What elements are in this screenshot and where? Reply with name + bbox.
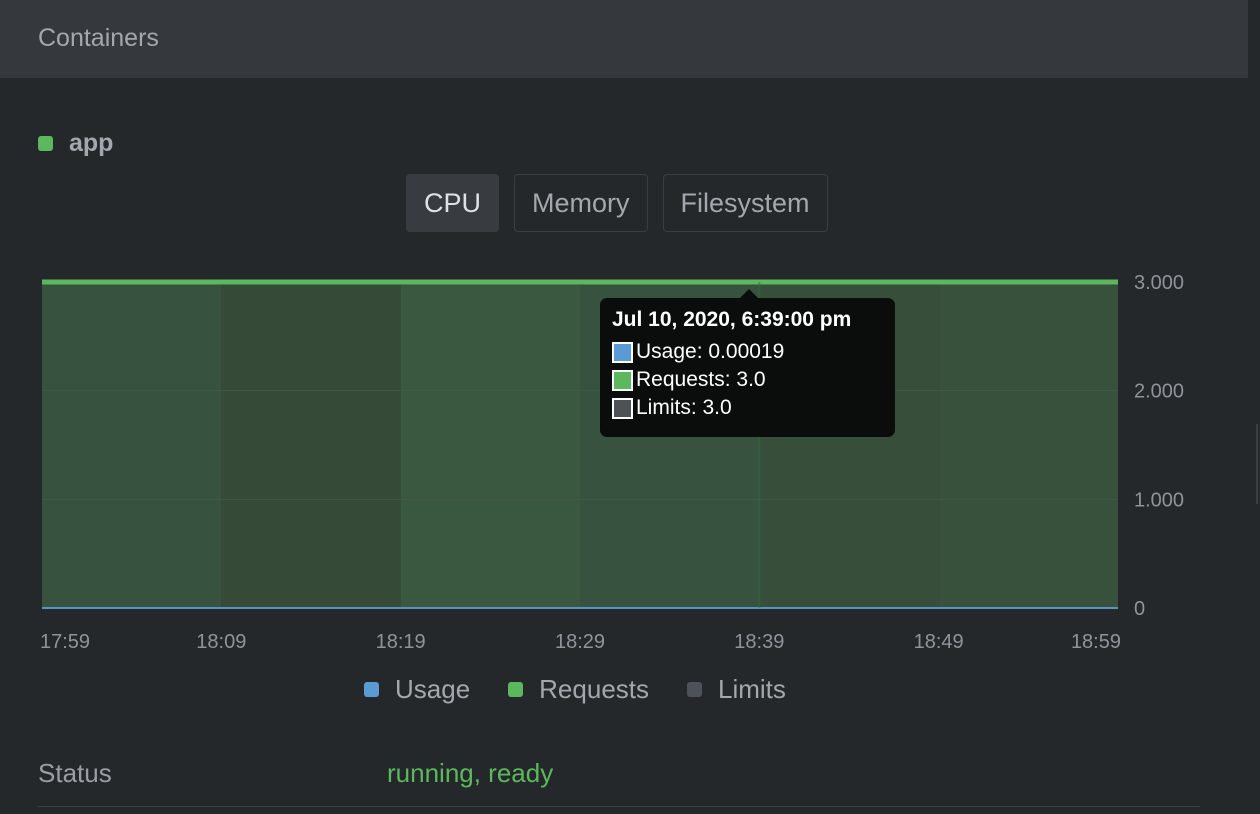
- status-value: running, ready: [387, 758, 554, 788]
- tooltip-requests-text: Requests: 3.0: [636, 368, 766, 391]
- containers-header: Containers: [0, 0, 1248, 78]
- requests-swatch: [612, 369, 633, 391]
- status-label: Status: [38, 758, 112, 788]
- requests-area: [42, 282, 1118, 608]
- y-tick-label: 0: [1134, 598, 1145, 620]
- tab-filesystem[interactable]: Filesystem: [662, 174, 828, 232]
- tooltip-title: Jul 10, 2020, 6:39:00 pm: [612, 308, 852, 331]
- legend-limits-swatch: [687, 681, 702, 697]
- chart-legend: Usage Requests Limits: [364, 672, 824, 706]
- x-tick-label: 18:19: [376, 631, 426, 653]
- y-tick-label: 2.000: [1134, 381, 1184, 403]
- x-tick-label: 18:29: [555, 631, 605, 653]
- legend-usage-swatch: [364, 681, 379, 697]
- legend-item-requests[interactable]: Requests: [508, 674, 649, 705]
- tooltip-row-limits: Limits: 3.0: [612, 394, 883, 422]
- legend-requests-swatch: [508, 681, 524, 697]
- limits-swatch: [612, 397, 633, 419]
- legend-usage-label: Usage: [395, 673, 471, 704]
- tab-memory[interactable]: Memory: [514, 174, 648, 232]
- legend-limits-label: Limits: [718, 673, 786, 704]
- legend-requests-label: Requests: [539, 673, 649, 704]
- status-row: Status running, ready: [38, 758, 1200, 808]
- scrollbar-track[interactable]: [1248, 0, 1260, 814]
- chart-tooltip: Jul 10, 2020, 6:39:00 pm Usage: 0.00019 …: [600, 298, 895, 437]
- y-tick-label: 1.000: [1134, 489, 1184, 511]
- container-name: app: [69, 128, 114, 157]
- container-header: app: [38, 126, 113, 160]
- x-tick-label: 18:09: [196, 631, 246, 653]
- x-tick-label: 18:39: [734, 631, 784, 653]
- scrollbar-thumb[interactable]: [1256, 424, 1258, 504]
- x-tick-label: 17:59: [40, 631, 90, 653]
- tooltip-row-requests: Requests: 3.0: [612, 366, 883, 394]
- y-tick-label: 3.000: [1134, 272, 1184, 294]
- legend-item-limits[interactable]: Limits: [687, 674, 786, 705]
- section-title: Containers: [38, 24, 159, 52]
- tooltip-usage-text: Usage: 0.00019: [636, 340, 785, 363]
- x-tick-label: 18:49: [914, 631, 964, 653]
- tooltip-row-usage: Usage: 0.00019: [612, 338, 883, 366]
- tooltip-limits-text: Limits: 3.0: [636, 396, 732, 419]
- legend-item-usage[interactable]: Usage: [364, 674, 470, 705]
- container-status-dot: [38, 135, 53, 151]
- metric-tabs: CPU Memory Filesystem: [406, 174, 843, 232]
- tab-cpu[interactable]: CPU: [406, 174, 500, 232]
- tooltip-arrow: [740, 289, 758, 298]
- usage-swatch: [612, 341, 633, 363]
- x-tick-label: 18:59: [1071, 631, 1121, 653]
- status-divider: [38, 806, 1200, 807]
